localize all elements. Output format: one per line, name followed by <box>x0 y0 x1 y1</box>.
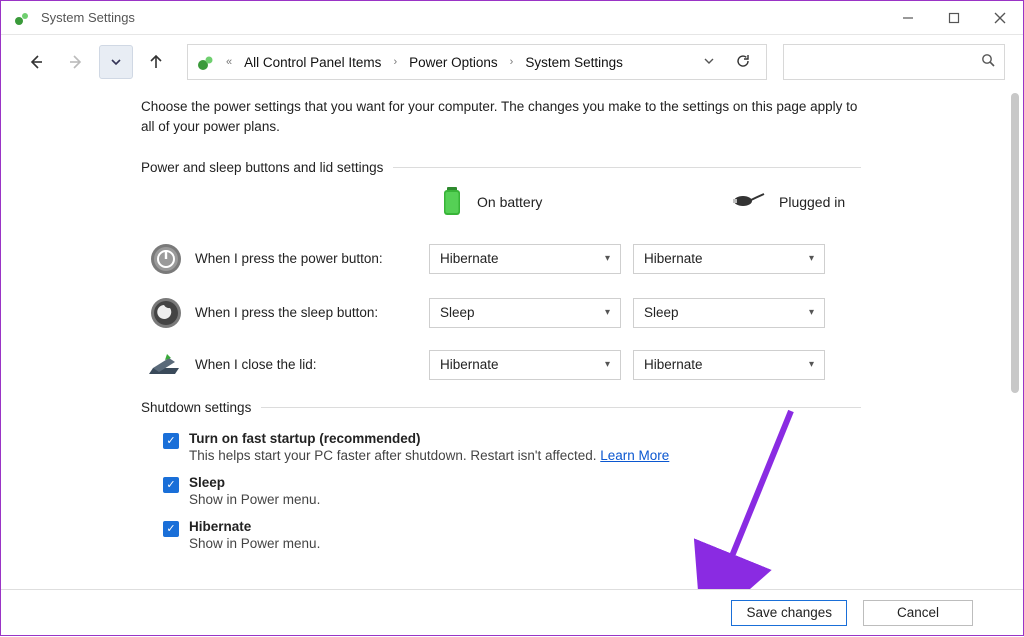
navbar: « All Control Panel Items › Power Option… <box>1 35 1023 89</box>
power-button-battery-select[interactable]: Hibernate▾ <box>429 244 621 274</box>
section-label: Shutdown settings <box>141 400 261 415</box>
close-lid-battery-select[interactable]: Hibernate▾ <box>429 350 621 380</box>
breadcrumb-item-2[interactable]: Power Options <box>407 55 500 70</box>
hibernate-checkbox-row: ✓ Hibernate Show in Power menu. <box>141 519 1023 561</box>
breadcrumb-dropdown[interactable] <box>694 56 724 69</box>
close-button[interactable] <box>977 1 1023 35</box>
intro-text: Choose the power settings that you want … <box>141 97 861 138</box>
titlebar: System Settings <box>1 1 1023 35</box>
sleep-button-plugged-select[interactable]: Sleep▾ <box>633 298 825 328</box>
power-button-plugged-select[interactable]: Hibernate▾ <box>633 244 825 274</box>
hibernate-desc: Show in Power menu. <box>189 536 320 551</box>
fast-startup-desc: This helps start your PC faster after sh… <box>189 448 669 463</box>
chevron-down-icon: ▾ <box>605 253 610 264</box>
chevron-right-icon: › <box>506 56 518 68</box>
breadcrumb-item-1[interactable]: All Control Panel Items <box>242 55 383 70</box>
scrollbar[interactable] <box>1009 93 1021 503</box>
column-headers: On battery Plugged in <box>141 185 1023 220</box>
close-lid-plugged-select[interactable]: Hibernate▾ <box>633 350 825 380</box>
divider <box>393 167 861 168</box>
close-lid-label: When I close the lid: <box>195 357 417 372</box>
recent-locations-button[interactable] <box>99 45 133 79</box>
refresh-button[interactable] <box>728 53 758 72</box>
forward-button[interactable] <box>59 45 93 79</box>
section-power-sleep: Power and sleep buttons and lid settings <box>141 160 861 175</box>
footer: Save changes Cancel <box>1 589 1023 635</box>
app-icon <box>13 9 31 27</box>
fast-startup-checkbox[interactable]: ✓ <box>163 433 179 449</box>
search-input[interactable] <box>783 44 1005 80</box>
sleep-button-icon <box>141 296 183 330</box>
chevron-down-icon: ▾ <box>605 307 610 318</box>
fast-startup-checkbox-row: ✓ Turn on fast startup (recommended) Thi… <box>141 431 1023 473</box>
sleep-title: Sleep <box>189 475 320 490</box>
window-title: System Settings <box>41 10 135 25</box>
learn-more-link[interactable]: Learn More <box>600 448 669 463</box>
hibernate-title: Hibernate <box>189 519 320 534</box>
section-shutdown: Shutdown settings <box>141 400 861 415</box>
section-label: Power and sleep buttons and lid settings <box>141 160 393 175</box>
fast-startup-title: Turn on fast startup (recommended) <box>189 431 669 446</box>
back-button[interactable] <box>19 45 53 79</box>
sleep-desc: Show in Power menu. <box>189 492 320 507</box>
laptop-lid-icon <box>141 350 183 380</box>
power-button-label: When I press the power button: <box>195 251 417 266</box>
content-area: Choose the power settings that you want … <box>1 89 1023 561</box>
power-button-row: When I press the power button: Hibernate… <box>141 242 1023 276</box>
divider <box>261 407 861 408</box>
save-changes-button[interactable]: Save changes <box>731 600 847 626</box>
plug-icon <box>731 191 765 214</box>
hibernate-checkbox[interactable]: ✓ <box>163 521 179 537</box>
sleep-button-battery-select[interactable]: Sleep▾ <box>429 298 621 328</box>
chevron-down-icon: ▾ <box>809 359 814 370</box>
plugged-in-header: Plugged in <box>731 185 921 220</box>
chevron-down-icon: ▾ <box>809 253 814 264</box>
battery-icon <box>441 185 463 220</box>
search-icon <box>981 53 996 71</box>
breadcrumb-item-3[interactable]: System Settings <box>523 55 625 70</box>
chevron-right-icon: › <box>389 56 401 68</box>
cancel-button[interactable]: Cancel <box>863 600 973 626</box>
scrollbar-thumb[interactable] <box>1011 93 1019 393</box>
close-lid-row: When I close the lid: Hibernate▾ Hiberna… <box>141 350 1023 380</box>
sleep-checkbox[interactable]: ✓ <box>163 477 179 493</box>
sleep-checkbox-row: ✓ Sleep Show in Power menu. <box>141 475 1023 517</box>
plugged-in-label: Plugged in <box>779 194 845 210</box>
minimize-button[interactable] <box>885 1 931 35</box>
up-button[interactable] <box>139 45 173 79</box>
sleep-button-label: When I press the sleep button: <box>195 305 417 320</box>
maximize-button[interactable] <box>931 1 977 35</box>
chevron-left-icon: « <box>222 56 236 68</box>
chevron-down-icon: ▾ <box>605 359 610 370</box>
on-battery-header: On battery <box>441 185 631 220</box>
power-button-icon <box>141 242 183 276</box>
chevron-down-icon: ▾ <box>809 307 814 318</box>
on-battery-label: On battery <box>477 194 542 210</box>
breadcrumb[interactable]: « All Control Panel Items › Power Option… <box>187 44 767 80</box>
sleep-button-row: When I press the sleep button: Sleep▾ Sl… <box>141 296 1023 330</box>
control-panel-icon <box>196 52 216 72</box>
